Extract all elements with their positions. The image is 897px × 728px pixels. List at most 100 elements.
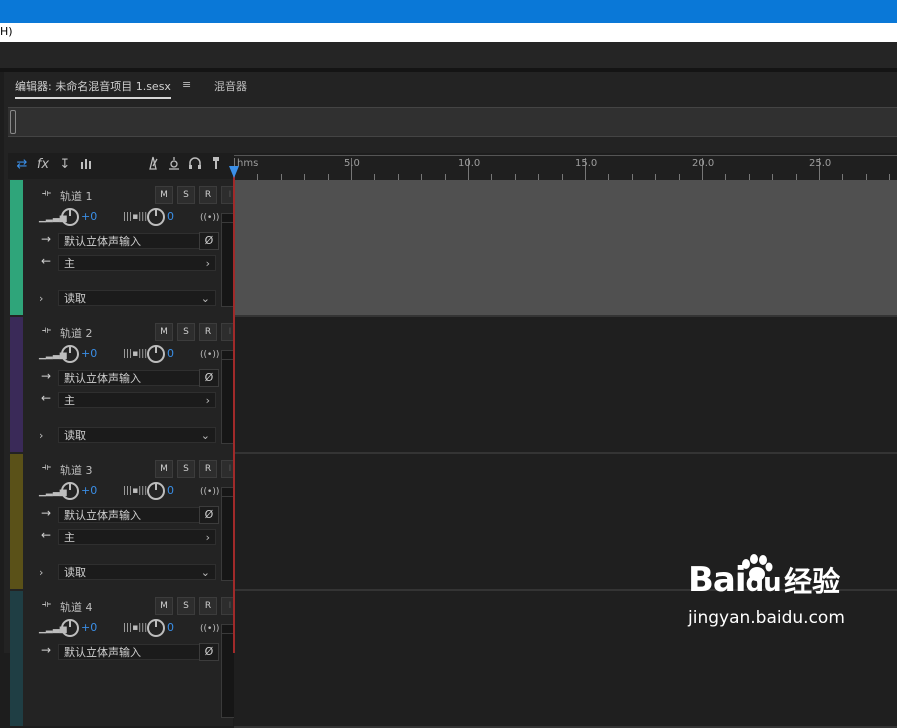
expand-icon[interactable]: › bbox=[39, 429, 43, 442]
watermark-brand-a: Bai bbox=[688, 560, 747, 600]
mute-button[interactable]: M bbox=[155, 186, 173, 204]
output-icon[interactable] bbox=[165, 156, 183, 174]
track-grip-icon[interactable]: ⟛ bbox=[42, 188, 51, 199]
input-arrow-icon: → bbox=[41, 232, 52, 246]
mute-button[interactable]: M bbox=[155, 323, 173, 341]
track-header[interactable]: ⟛ 轨道 2 M S R I ▁▂▃▅ +0 |||▪||| 0 ((•)) →… bbox=[23, 317, 239, 452]
phase-invert-button[interactable]: Ø bbox=[199, 369, 219, 387]
track-grip-icon[interactable]: ⟛ bbox=[42, 325, 51, 336]
output-select[interactable]: 主 › bbox=[58, 529, 216, 545]
automation-mode-select[interactable]: 读取 ⌄ bbox=[58, 564, 216, 580]
input-arrow-icon: → bbox=[41, 643, 52, 657]
loop-icon[interactable]: ⇄ bbox=[13, 156, 31, 174]
track-lane[interactable] bbox=[234, 317, 897, 454]
marker-icon[interactable] bbox=[207, 156, 225, 174]
chevron-down-icon: ⌄ bbox=[200, 429, 210, 442]
track-name[interactable]: 轨道 4 bbox=[60, 599, 93, 615]
zoom-navigator-handle[interactable] bbox=[10, 110, 16, 134]
output-select[interactable]: 主 › bbox=[58, 255, 216, 271]
title-bar bbox=[0, 0, 897, 23]
pan-value[interactable]: 0 bbox=[167, 347, 174, 360]
solo-button[interactable]: S bbox=[177, 460, 195, 478]
solo-button[interactable]: S bbox=[177, 323, 195, 341]
track-lane[interactable] bbox=[234, 180, 897, 317]
volume-knob[interactable] bbox=[61, 482, 79, 500]
volume-value[interactable]: +0 bbox=[81, 484, 97, 497]
record-arm-button[interactable]: R bbox=[199, 597, 217, 615]
expand-icon[interactable]: › bbox=[39, 566, 43, 579]
solo-button[interactable]: S bbox=[177, 597, 195, 615]
track: ⟛ 轨道 2 M S R I ▁▂▃▅ +0 |||▪||| 0 ((•)) →… bbox=[10, 317, 897, 454]
volume-value[interactable]: +0 bbox=[81, 210, 97, 223]
playhead-handle[interactable] bbox=[229, 166, 239, 178]
eq-icon[interactable] bbox=[77, 156, 95, 174]
pan-knob[interactable] bbox=[147, 208, 165, 226]
track-grip-icon[interactable]: ⟛ bbox=[42, 599, 51, 610]
input-select[interactable]: 默认立体声输入› bbox=[58, 644, 216, 660]
volume-knob[interactable] bbox=[61, 208, 79, 226]
track-color-strip bbox=[10, 591, 23, 726]
menu-bar: H) bbox=[0, 23, 897, 42]
pan-value[interactable]: 0 bbox=[167, 484, 174, 497]
panel-menu-icon[interactable]: ≡ bbox=[182, 78, 191, 91]
input-arrow-icon: → bbox=[41, 369, 52, 383]
track-header[interactable]: ⟛ 轨道 3 M S R I ▁▂▃▅ +0 |||▪||| 0 ((•)) →… bbox=[23, 454, 239, 589]
automation-mode-select[interactable]: 读取 ⌄ bbox=[58, 427, 216, 443]
pan-value[interactable]: 0 bbox=[167, 621, 174, 634]
volume-value[interactable]: +0 bbox=[81, 621, 97, 634]
input-arrow-icon: → bbox=[41, 506, 52, 520]
ruler-label: 5.0 bbox=[344, 158, 360, 169]
chevron-right-icon: › bbox=[205, 531, 210, 544]
volume-knob[interactable] bbox=[61, 619, 79, 637]
track-header[interactable]: ⟛ 轨道 4 M S R I ▁▂▃▅ +0 |||▪||| 0 ((•)) →… bbox=[23, 591, 239, 726]
track-name[interactable]: 轨道 3 bbox=[60, 462, 93, 478]
track-header[interactable]: ⟛ 轨道 1 M S R I ▁▂▃▅ +0 |||▪||| 0 ((•)) →… bbox=[23, 180, 239, 315]
solo-button[interactable]: S bbox=[177, 186, 195, 204]
track-grip-icon[interactable]: ⟛ bbox=[42, 462, 51, 473]
phase-invert-button[interactable]: Ø bbox=[199, 506, 219, 524]
volume-value[interactable]: +0 bbox=[81, 347, 97, 360]
metronome-icon[interactable] bbox=[144, 156, 162, 174]
automation-mode-select[interactable]: 读取 ⌄ bbox=[58, 290, 216, 306]
output-arrow-icon: ← bbox=[41, 391, 52, 405]
headphone-icon[interactable] bbox=[186, 156, 204, 174]
stereo-icon[interactable]: ((•)) bbox=[200, 624, 219, 634]
zoom-navigator[interactable] bbox=[8, 107, 897, 137]
tab-mixer[interactable]: 混音器 bbox=[214, 78, 247, 94]
mute-button[interactable]: M bbox=[155, 460, 173, 478]
input-select[interactable]: 默认立体声输入› bbox=[58, 370, 216, 386]
tab-editor[interactable]: 编辑器: 未命名混音项目 1.sesx bbox=[15, 78, 171, 99]
expand-icon[interactable]: › bbox=[39, 292, 43, 305]
record-arm-button[interactable]: R bbox=[199, 460, 217, 478]
phase-invert-button[interactable]: Ø bbox=[199, 232, 219, 250]
track-color-strip bbox=[10, 180, 23, 315]
pan-knob[interactable] bbox=[147, 345, 165, 363]
pan-value[interactable]: 0 bbox=[167, 210, 174, 223]
phase-invert-button[interactable]: Ø bbox=[199, 643, 219, 661]
ruler-label: 10.0 bbox=[458, 158, 481, 169]
pan-knob[interactable] bbox=[147, 482, 165, 500]
track-color-strip bbox=[10, 317, 23, 452]
track-name[interactable]: 轨道 1 bbox=[60, 188, 93, 204]
stereo-icon[interactable]: ((•)) bbox=[200, 350, 219, 360]
track-name[interactable]: 轨道 2 bbox=[60, 325, 93, 341]
record-arm-button[interactable]: R bbox=[199, 323, 217, 341]
paw-icon bbox=[742, 554, 773, 581]
ruler-label: 15.0 bbox=[575, 158, 598, 169]
watermark-url: jingyan.baidu.com bbox=[688, 608, 845, 628]
mute-button[interactable]: M bbox=[155, 597, 173, 615]
time-ruler[interactable] bbox=[234, 155, 897, 180]
menu-help[interactable]: H) bbox=[0, 25, 13, 38]
output-select[interactable]: 主 › bbox=[58, 392, 216, 408]
chevron-right-icon: › bbox=[205, 257, 210, 270]
input-select[interactable]: 默认立体声输入› bbox=[58, 507, 216, 523]
input-select[interactable]: 默认立体声输入› bbox=[58, 233, 216, 249]
pan-knob[interactable] bbox=[147, 619, 165, 637]
record-arm-button[interactable]: R bbox=[199, 186, 217, 204]
fx-icon[interactable]: fx bbox=[34, 156, 52, 174]
chevron-down-icon: ⌄ bbox=[200, 292, 210, 305]
stereo-icon[interactable]: ((•)) bbox=[200, 213, 219, 223]
volume-knob[interactable] bbox=[61, 345, 79, 363]
send-icon[interactable]: ↧ bbox=[56, 156, 74, 174]
stereo-icon[interactable]: ((•)) bbox=[200, 487, 219, 497]
